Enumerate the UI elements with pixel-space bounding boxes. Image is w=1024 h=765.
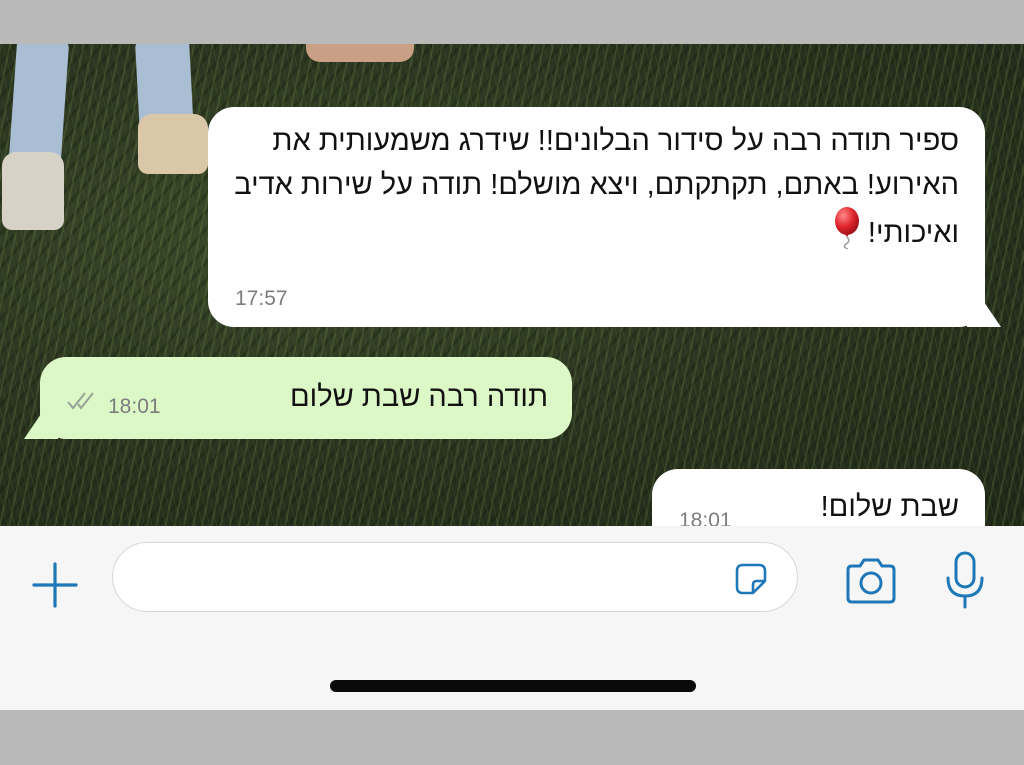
chat-area[interactable]: ספיר תודה רבה על סידור הבלונים!! שידרג מ… bbox=[0, 44, 1024, 526]
screenshot-frame: ספיר תודה רבה על סידור הבלונים!! שידרג מ… bbox=[0, 0, 1024, 765]
balloon-icon bbox=[832, 207, 862, 262]
microphone-icon[interactable] bbox=[943, 550, 987, 610]
plus-icon[interactable] bbox=[28, 558, 82, 612]
double-check-icon bbox=[66, 391, 100, 417]
bubble-tail bbox=[967, 297, 1001, 327]
wallpaper-shoe bbox=[138, 114, 208, 174]
message-composer bbox=[0, 526, 1024, 710]
wallpaper-shoe bbox=[2, 152, 64, 230]
top-border bbox=[0, 0, 1024, 44]
message-time: 17:57 bbox=[235, 287, 288, 310]
message-text: תודה רבה שבת שלום bbox=[290, 381, 548, 413]
message-time: 18:01 bbox=[108, 395, 161, 418]
message-input[interactable] bbox=[133, 557, 717, 599]
sticker-icon[interactable] bbox=[731, 559, 771, 599]
home-indicator[interactable] bbox=[330, 680, 696, 692]
camera-icon[interactable] bbox=[842, 556, 900, 608]
incoming-message[interactable]: שבת שלום! 18:01 bbox=[652, 469, 1001, 526]
outgoing-message[interactable]: תודה רבה שבת שלום 18:01 bbox=[24, 357, 572, 439]
message-text: שבת שלום! bbox=[820, 491, 959, 523]
incoming-message[interactable]: ספיר תודה רבה על סידור הבלונים!! שידרג מ… bbox=[208, 107, 1001, 327]
bottom-border bbox=[0, 710, 1024, 765]
bubble-tail bbox=[24, 409, 58, 439]
message-text: ספיר תודה רבה על סידור הבלונים!! שידרג מ… bbox=[229, 119, 959, 262]
message-input-box[interactable] bbox=[112, 542, 798, 612]
wallpaper-figure bbox=[306, 44, 414, 62]
message-time: 18:01 bbox=[679, 509, 732, 526]
